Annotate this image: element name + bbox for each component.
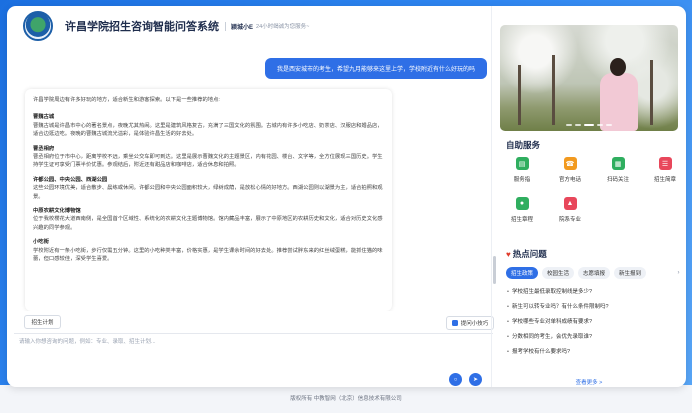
hot-tabs: 招生政策 校园生活 志愿填报 新生报到 bbox=[506, 267, 647, 279]
header-tagline: 24小时竭诚为您服务~ bbox=[256, 24, 310, 30]
enrollment-plan-chip[interactable]: 招生计划 bbox=[24, 315, 61, 329]
school-logo-icon bbox=[23, 11, 53, 41]
view-more-link[interactable]: 查看更多 > bbox=[492, 378, 686, 386]
tab-registration[interactable]: 新生报到 bbox=[614, 267, 647, 279]
header-separator bbox=[225, 21, 226, 31]
tab-scroll-right-icon[interactable]: › bbox=[674, 267, 683, 279]
user-message: 我是西安城市的考生，希望九月能够来这里上学，学校附近有什么好玩的吗 bbox=[265, 58, 487, 79]
header: 许昌学院招生咨询智能问答系统 颍城小E 24小时竭诚为您服务~ bbox=[7, 6, 491, 46]
bot-section: 曹魏古城 曹魏古城是许昌市中心的著名景点，夜晚尤其热闹。这里是建筑风格复古，充满… bbox=[33, 113, 384, 138]
hot-question-item[interactable]: 学校招生最低录取控制线是多少? bbox=[507, 287, 592, 295]
departments-button[interactable]: ▲ 院系专业 bbox=[550, 197, 590, 223]
carousel-dot-active[interactable] bbox=[584, 124, 594, 126]
question-tips-button[interactable]: 提问小技巧 bbox=[446, 316, 494, 330]
service-label: 服务指 bbox=[513, 177, 531, 183]
input-divider bbox=[14, 333, 493, 334]
bot-section-text: 曹丞相府位于市中心，距离学校不远，乘坐公交车即可到达。这里是展示曹魏文化的主题景… bbox=[33, 154, 383, 169]
question-tips-label: 提问小技巧 bbox=[460, 321, 489, 327]
service-label: 官方电话 bbox=[558, 177, 581, 183]
tree-trunk bbox=[518, 65, 521, 125]
service-label: 扫码关注 bbox=[606, 177, 629, 183]
chat-icon: ▤ bbox=[515, 157, 529, 170]
bot-section-title: 中原农耕文化博物馆 bbox=[33, 208, 81, 215]
hot-question-item[interactable]: 报考学校有什么要求吗? bbox=[507, 347, 570, 355]
service-label: 院系专业 bbox=[558, 217, 581, 223]
campus-banner-image[interactable] bbox=[500, 25, 678, 131]
user-icon: ● bbox=[515, 197, 529, 210]
scan-follow-button[interactable]: ▦ 扫码关注 bbox=[598, 157, 638, 183]
enrollment-guide-button[interactable]: ☰ 招生简章 bbox=[645, 157, 685, 183]
school-icon: ▲ bbox=[563, 197, 577, 210]
bot-section-text: 学校附近有一条小吃街，步行仅需五分钟。这里的小吃种类丰富，价格实惠，是学生课余时… bbox=[33, 247, 383, 263]
service-label: 招生简章 bbox=[653, 177, 676, 183]
service-guide-button[interactable]: ▤ 服务指 bbox=[502, 157, 542, 183]
carousel-dot[interactable] bbox=[566, 124, 572, 126]
admission-charter-button[interactable]: ● 招生章程 bbox=[502, 197, 542, 223]
service-label: 招生章程 bbox=[510, 217, 533, 223]
footer-copyright: 版权所有 中教智网（北京）信息技术有限公司 bbox=[290, 396, 402, 402]
send-button[interactable]: ➤ bbox=[469, 373, 482, 386]
page-title: 许昌学院招生咨询智能问答系统 bbox=[65, 21, 219, 33]
document-icon: ☰ bbox=[658, 157, 672, 170]
carousel-dot[interactable] bbox=[606, 124, 612, 126]
hot-questions-title: ♥ 热点问题 bbox=[506, 248, 547, 260]
bot-section-text: 位于我校櫻花大道西南侧，是全国首个区域性、系统化的农耕文化主题博物馆。馆内藏品丰… bbox=[33, 216, 383, 231]
question-input[interactable] bbox=[19, 336, 449, 348]
student-head bbox=[610, 58, 626, 76]
bot-section: 曹丞相府 曹丞相府位于市中心，距离学校不远，乘坐公交车即可到达。这里是展示曹魏文… bbox=[33, 145, 384, 170]
assistant-name: 颍城小E bbox=[231, 24, 254, 31]
hot-questions-label: 热点问题 bbox=[512, 249, 547, 259]
bot-section-title: 许都公园、中央公园、西湖公园 bbox=[33, 176, 108, 183]
tab-campus-life[interactable]: 校园生活 bbox=[542, 267, 575, 279]
carousel-dot[interactable] bbox=[575, 124, 581, 126]
tree-trunk bbox=[552, 55, 555, 125]
hot-question-item[interactable]: 新生可以转专业吗？有什么条件限制吗? bbox=[507, 302, 609, 310]
bot-section-title: 曹魏古城 bbox=[33, 114, 55, 121]
carousel-dot[interactable] bbox=[597, 124, 603, 126]
hot-question-item[interactable]: 分数相同的考生，会优先录取谁? bbox=[507, 332, 592, 340]
bot-section-title: 小吃街 bbox=[33, 239, 49, 246]
hot-question-item[interactable]: 学校哪些专业对单科成绩有要求? bbox=[507, 317, 592, 325]
bot-section-text: 曹魏古城是许昌市中心的著名景点，夜晚尤其热闹。这里是建筑风格复古，充满了三国文化… bbox=[33, 122, 383, 138]
bot-section-text: 这些公园环境优美，适合散步、晨练或休闲。许都公园和中央公园面积较大，绿树成荫，是… bbox=[33, 185, 383, 200]
bot-section: 许都公园、中央公园、西湖公园 这些公园环境优美，适合散步、晨练或休闲。许都公园和… bbox=[33, 176, 384, 201]
phone-icon: ☎ bbox=[563, 157, 577, 170]
bot-section: 中原农耕文化博物馆 位于我校櫻花大道西南侧，是全国首个区域性、系统化的农耕文化主… bbox=[33, 207, 384, 232]
carousel-dots[interactable] bbox=[566, 124, 612, 126]
tab-application[interactable]: 志愿填报 bbox=[578, 267, 611, 279]
app-window: 许昌学院招生咨询智能问答系统 颍城小E 24小时竭诚为您服务~ 我是西安城市的考… bbox=[7, 6, 686, 387]
bot-message: 许昌学院周边有许多好玩的地方，适合新生和游客探索。以下是一些推荐的地点: 曹魏古… bbox=[25, 89, 392, 311]
tree-trunk bbox=[650, 60, 653, 125]
send-icon: ➤ bbox=[472, 377, 479, 383]
tips-icon bbox=[451, 320, 458, 326]
services-title: 自助服务 bbox=[506, 140, 541, 150]
bot-section: 小吃街 学校附近有一条小吃街，步行仅需五分钟。这里的小吃种类丰富，价格实惠，是学… bbox=[33, 238, 384, 263]
bot-intro: 许昌学院周边有许多好玩的地方，适合新生和游客探索。以下是一些推荐的地点: bbox=[33, 97, 220, 103]
voice-button[interactable]: ○ bbox=[449, 373, 462, 386]
qrcode-icon: ▦ bbox=[611, 157, 625, 170]
official-phone-button[interactable]: ☎ 官方电话 bbox=[550, 157, 590, 183]
tab-enrollment-policy[interactable]: 招生政策 bbox=[506, 267, 539, 279]
student-figure bbox=[600, 73, 638, 131]
chat-bubble-icon: ○ bbox=[453, 376, 458, 383]
sidebar: 自助服务 ▤ 服务指 ☎ 官方电话 ▦ 扫码关注 ☰ 招生简章 ● 招生章程 ▲… bbox=[492, 6, 686, 387]
chat-area: 我是西安城市的考生，希望九月能够来这里上学，学校附近有什么好玩的吗 许昌学院周边… bbox=[7, 46, 491, 311]
bot-section-title: 曹丞相府 bbox=[33, 145, 55, 152]
fire-icon: ♥ bbox=[506, 250, 511, 259]
